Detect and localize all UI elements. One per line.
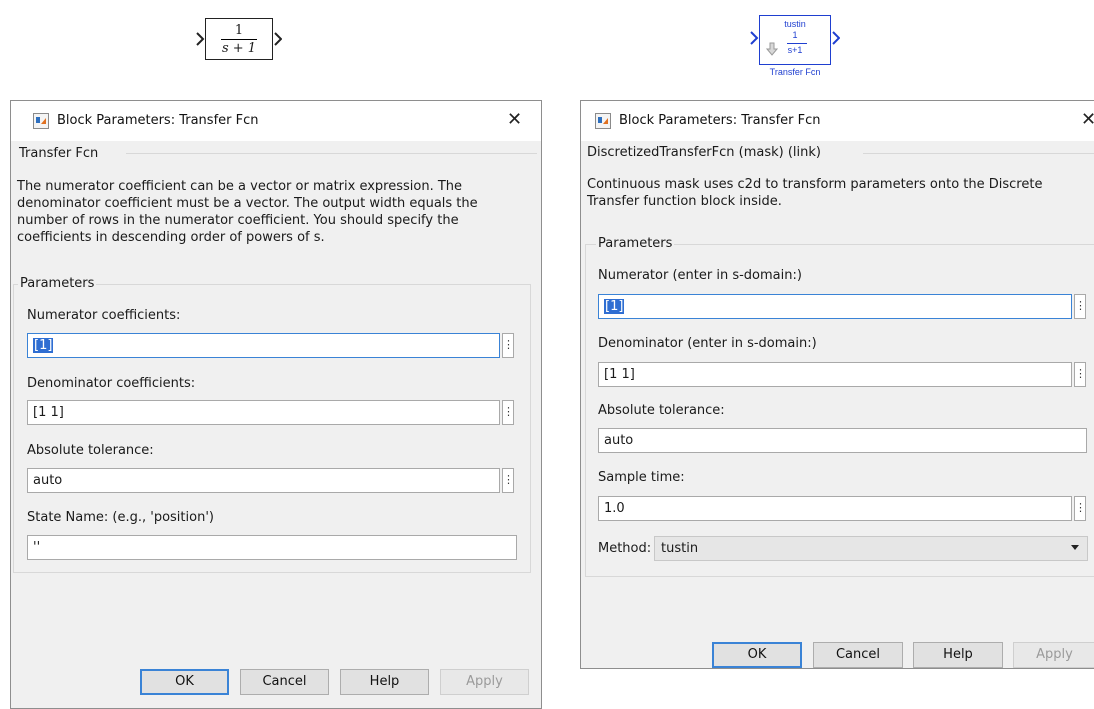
numerator-more-icon[interactable]: ⋮ <box>502 333 514 358</box>
simulink-app-icon <box>33 113 49 129</box>
fraction-bar <box>221 39 257 40</box>
absolute-tolerance-input[interactable]: auto <box>598 428 1087 453</box>
block-description-group: Transfer Fcn The numerator coefficient c… <box>13 146 539 266</box>
ok-button[interactable]: OK <box>140 669 229 695</box>
title-bar[interactable]: Block Parameters: Transfer Fcn ✕ <box>11 101 541 141</box>
absolute-tolerance-more-icon[interactable]: ⋮ <box>502 468 514 493</box>
block-description: The numerator coefficient can be a vecto… <box>17 179 478 245</box>
block-type-legend: Transfer Fcn <box>17 146 101 161</box>
close-icon[interactable]: ✕ <box>1081 111 1094 129</box>
numerator-label: Numerator (enter in s-domain:) <box>598 268 802 283</box>
parameters-legend: Parameters <box>596 236 675 251</box>
ok-button[interactable]: OK <box>712 642 802 668</box>
numerator-value: [1] <box>33 338 54 353</box>
mask-input-port-icon <box>750 31 759 45</box>
block-parameters-dialog-left: Block Parameters: Transfer Fcn ✕ Transfe… <box>10 100 542 709</box>
denominator-more-icon[interactable]: ⋮ <box>1074 362 1086 387</box>
dialog-title: Block Parameters: Transfer Fcn <box>619 113 821 128</box>
denominator-input[interactable]: [1 1] <box>598 362 1072 387</box>
mask-output-port-icon <box>832 31 840 45</box>
denominator-label: Denominator coefficients: <box>27 376 196 391</box>
title-bar[interactable]: Block Parameters: Transfer Fcn ✕ <box>581 101 1094 141</box>
mask-method-text: tustin <box>784 19 806 29</box>
state-name-input[interactable]: '' <box>27 535 517 560</box>
close-icon[interactable]: ✕ <box>507 111 522 129</box>
denominator-more-icon[interactable]: ⋮ <box>502 400 514 425</box>
apply-button[interactable]: Apply <box>1013 642 1094 668</box>
transfer-fcn-denominator: s + 1 <box>221 41 257 56</box>
absolute-tolerance-label: Absolute tolerance: <box>27 443 154 458</box>
denominator-input[interactable]: [1 1] <box>27 400 500 425</box>
down-arrow-icon <box>766 42 778 56</box>
transfer-fcn-numerator: 1 <box>234 23 244 38</box>
mask-fraction-bar <box>787 43 807 44</box>
output-port-icon <box>274 32 282 46</box>
legend-divider <box>126 153 537 154</box>
help-button[interactable]: Help <box>913 642 1003 668</box>
discretized-transfer-fcn-block[interactable]: tustin 1 s+1 <box>759 15 831 65</box>
transfer-fcn-block[interactable]: 1 s + 1 <box>205 18 273 60</box>
simulink-app-icon <box>595 113 611 129</box>
absolute-tolerance-input[interactable]: auto <box>27 468 500 493</box>
absolute-tolerance-label: Absolute tolerance: <box>598 403 725 418</box>
method-label: Method: <box>598 541 652 556</box>
input-port-icon <box>196 32 205 46</box>
block-parameters-dialog-right: Block Parameters: Transfer Fcn ✕ Discret… <box>580 100 1094 669</box>
parameters-group: Parameters <box>13 276 531 573</box>
block-description: Continuous mask uses c2d to transform pa… <box>587 177 1043 209</box>
numerator-input[interactable]: [1] <box>598 294 1072 319</box>
numerator-label: Numerator coefficients: <box>27 308 181 323</box>
mask-block-label: Transfer Fcn <box>769 67 821 77</box>
transfer-fcn-fraction: 1 s + 1 <box>206 23 272 56</box>
method-value: tustin <box>661 541 699 556</box>
parameters-legend: Parameters <box>18 276 97 291</box>
apply-button[interactable]: Apply <box>440 669 529 695</box>
sample-time-more-icon[interactable]: ⋮ <box>1074 496 1086 521</box>
numerator-input[interactable]: [1] <box>27 333 500 358</box>
state-name-label: State Name: (e.g., 'position') <box>27 510 214 525</box>
numerator-value: [1] <box>604 299 625 314</box>
sample-time-input[interactable]: 1.0 <box>598 496 1072 521</box>
chevron-down-icon <box>1071 545 1079 550</box>
sample-time-label: Sample time: <box>598 470 685 485</box>
cancel-button[interactable]: Cancel <box>813 642 903 668</box>
mask-numerator-text: 1 <box>792 30 798 40</box>
cancel-button[interactable]: Cancel <box>240 669 329 695</box>
method-dropdown[interactable]: tustin <box>654 536 1088 561</box>
denominator-label: Denominator (enter in s-domain:) <box>598 336 817 351</box>
legend-divider <box>863 153 1094 154</box>
block-type-legend: DiscretizedTransferFcn (mask) (link) <box>585 145 823 160</box>
dialog-title: Block Parameters: Transfer Fcn <box>57 113 259 128</box>
help-button[interactable]: Help <box>340 669 429 695</box>
numerator-more-icon[interactable]: ⋮ <box>1074 294 1086 319</box>
